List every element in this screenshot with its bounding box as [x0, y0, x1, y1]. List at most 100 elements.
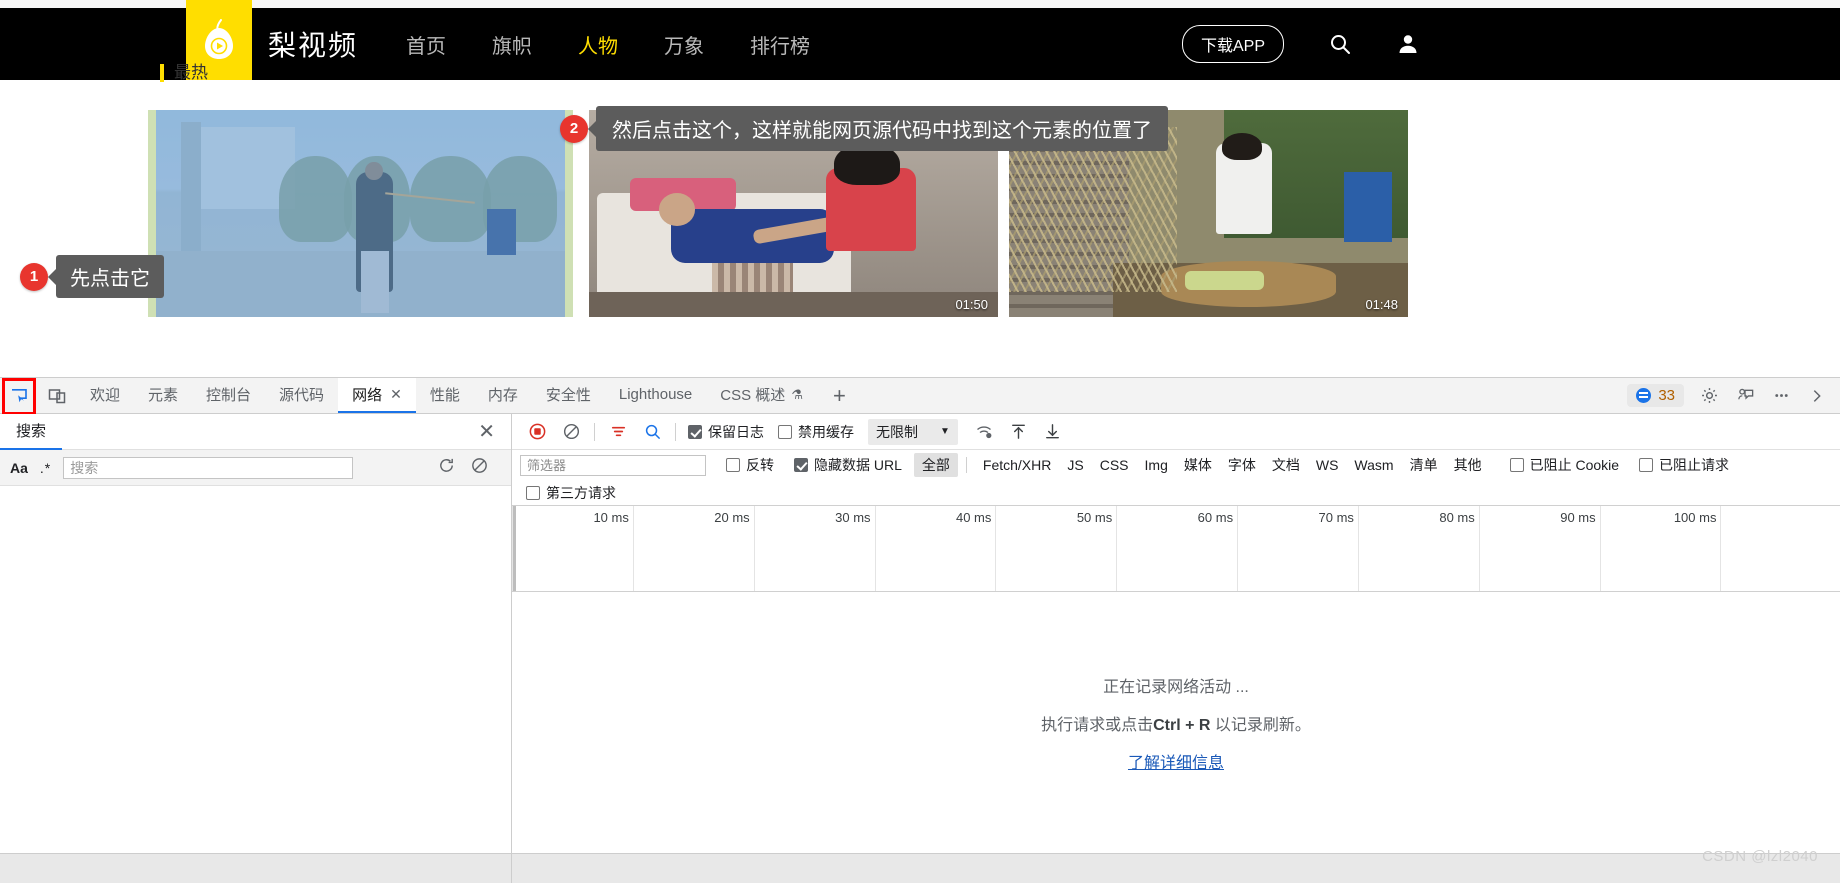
search-glyph [645, 424, 660, 439]
clear-glyph [563, 423, 579, 440]
section-label-hottest: 最热 [160, 64, 208, 82]
preserve-log-label: 保留日志 [708, 423, 764, 440]
search-icon[interactable] [1328, 32, 1352, 56]
annotation-number-1: 1 [20, 262, 48, 291]
timeline-tick-100ms: 100 ms [1673, 510, 1717, 525]
nav-item-wanxiang[interactable]: 万象 [664, 30, 704, 59]
close-icon[interactable]: ✕ [478, 422, 495, 442]
invert-checkbox[interactable]: 反转 [726, 455, 774, 475]
filter-icon[interactable] [601, 418, 635, 446]
user-avatar-icon[interactable] [1396, 32, 1420, 56]
type-filter-js[interactable]: JS [1059, 455, 1091, 475]
network-empty-line2-suffix: 以记录刷新。 [1210, 716, 1311, 734]
devtools-body: 搜索 ✕ Aa .* 搜索 保留日志 禁用缓存 无限制 ▼ 筛选器 反转 隐藏数… [0, 414, 1840, 883]
download-app-button[interactable]: 下载APP [1181, 25, 1284, 63]
chevron-down-icon: ▼ [940, 426, 950, 437]
type-filter-other[interactable]: 其他 [1446, 453, 1490, 477]
third-party-checkbox[interactable]: 第三方请求 [526, 483, 616, 503]
export-har-icon[interactable] [1036, 418, 1070, 446]
network-toolbar: 保留日志 禁用缓存 无限制 ▼ [512, 414, 1840, 450]
tab-search[interactable]: 搜索 [0, 414, 63, 450]
type-filter-img[interactable]: Img [1137, 455, 1176, 475]
search-icon[interactable] [635, 418, 669, 446]
tab-sources[interactable]: 源代码 [265, 378, 338, 413]
tab-console-label: 控制台 [206, 387, 252, 404]
issues-counter-button[interactable]: 33 [1627, 384, 1684, 407]
type-filter-doc[interactable]: 文档 [1264, 453, 1308, 477]
third-party-label: 第三方请求 [546, 484, 616, 501]
blocked-requests-checkbox-box [1639, 458, 1654, 472]
nav-item-flag[interactable]: 旗帜 [492, 30, 532, 59]
type-filter-manifest[interactable]: 清单 [1402, 453, 1446, 477]
type-filter-ws[interactable]: WS [1308, 455, 1347, 475]
network-panel: 保留日志 禁用缓存 无限制 ▼ 筛选器 反转 隐藏数据 URL 全部 Fetch… [512, 414, 1840, 883]
regex-toggle[interactable]: .* [40, 460, 51, 476]
tab-elements[interactable]: 元素 [134, 378, 192, 413]
type-filter-font[interactable]: 字体 [1220, 453, 1264, 477]
gear-icon[interactable] [1692, 382, 1726, 410]
blocked-cookies-checkbox[interactable]: 已阻止 Cookie [1509, 455, 1619, 475]
timeline-tick-40ms: 40 ms [955, 510, 992, 525]
learn-more-link[interactable]: 了解详细信息 [1128, 749, 1224, 773]
tab-welcome[interactable]: 欢迎 [76, 378, 134, 413]
tab-lighthouse[interactable]: Lighthouse [605, 378, 706, 413]
tab-console[interactable]: 控制台 [192, 378, 265, 413]
nav-item-people[interactable]: 人物 [578, 30, 618, 59]
tab-security[interactable]: 安全性 [532, 378, 605, 413]
refresh-icon[interactable] [437, 456, 456, 480]
annotation-number-2: 2 [560, 114, 588, 143]
hide-data-urls-checkbox[interactable]: 隐藏数据 URL [794, 455, 902, 475]
clear-icon[interactable] [554, 418, 588, 446]
search-drawer-tabrow: 搜索 ✕ [0, 414, 511, 450]
nav-item-ranking[interactable]: 排行榜 [750, 30, 810, 59]
experiment-flask-icon: ⚗ [791, 386, 803, 402]
nav-item-home[interactable]: 首页 [406, 30, 446, 59]
clear-icon[interactable] [470, 456, 489, 480]
network-conditions-icon[interactable] [968, 418, 1002, 446]
type-filter-css[interactable]: CSS [1092, 455, 1137, 475]
blocked-requests-checkbox[interactable]: 已阻止请求 [1639, 455, 1729, 475]
tab-network[interactable]: 网络 ✕ [338, 378, 416, 413]
site-nav: 首页 旗帜 人物 万象 排行榜 [406, 30, 810, 59]
clear-glyph [472, 457, 487, 473]
video-thumbnail-1[interactable] [148, 110, 573, 317]
annotation-callout-2: 2 然后点击这个，这样就能网页源代码中找到这个元素的位置了 [560, 106, 1168, 151]
inspect-element-icon[interactable] [0, 378, 38, 415]
pear-logo-glyph [205, 19, 233, 59]
match-case-toggle[interactable]: Aa [10, 460, 28, 476]
network-filter-input[interactable] [520, 454, 706, 476]
network-empty-line2-prefix: 执行请求或点击 [1041, 716, 1154, 734]
tab-lighthouse-label: Lighthouse [618, 386, 693, 403]
more-options-icon[interactable] [1764, 382, 1798, 410]
tab-memory[interactable]: 内存 [474, 378, 532, 413]
timeline-tick-80ms: 80 ms [1439, 510, 1475, 525]
search-input[interactable] [63, 456, 354, 479]
type-filter-media[interactable]: 媒体 [1176, 453, 1220, 477]
disable-cache-checkbox[interactable]: 禁用缓存 [778, 422, 854, 442]
timeline-tick-60ms: 60 ms [1197, 510, 1234, 525]
feedback-icon[interactable] [1728, 382, 1762, 410]
devtools-tabbar: 欢迎 元素 控制台 源代码 网络 ✕ 性能 内存 安全性 Lighthouse … [0, 378, 1840, 415]
type-filter-wasm[interactable]: Wasm [1346, 455, 1401, 475]
close-devtools-icon[interactable] [1800, 382, 1834, 410]
record-stop-icon[interactable] [520, 418, 554, 446]
type-filter-all[interactable]: 全部 [913, 453, 958, 477]
timeline-tick-70ms: 70 ms [1318, 510, 1354, 525]
tab-css-overview[interactable]: CSS 概述 ⚗ [706, 378, 817, 413]
disable-cache-checkbox-box [778, 424, 792, 439]
throttling-dropdown[interactable]: 无限制 ▼ [868, 418, 958, 445]
refresh-glyph [440, 458, 453, 472]
toolbar-divider [594, 422, 595, 441]
search-icon-glyph [1331, 35, 1350, 54]
network-timeline-ruler[interactable]: 10 ms 20 ms 30 ms 40 ms 50 ms 60 ms 70 m… [512, 506, 1840, 592]
import-har-icon[interactable] [1002, 418, 1036, 446]
tab-performance[interactable]: 性能 [416, 378, 474, 413]
preserve-log-checkbox[interactable]: 保留日志 [688, 422, 764, 442]
issues-count: 33 [1658, 387, 1675, 404]
add-panel-button[interactable]: + [817, 378, 862, 413]
close-icon[interactable]: ✕ [390, 386, 402, 403]
tab-memory-label: 内存 [487, 387, 518, 404]
tab-welcome-label: 欢迎 [90, 387, 121, 404]
type-filter-fetch-xhr[interactable]: Fetch/XHR [975, 455, 1059, 475]
device-toolbar-icon[interactable] [38, 378, 76, 413]
